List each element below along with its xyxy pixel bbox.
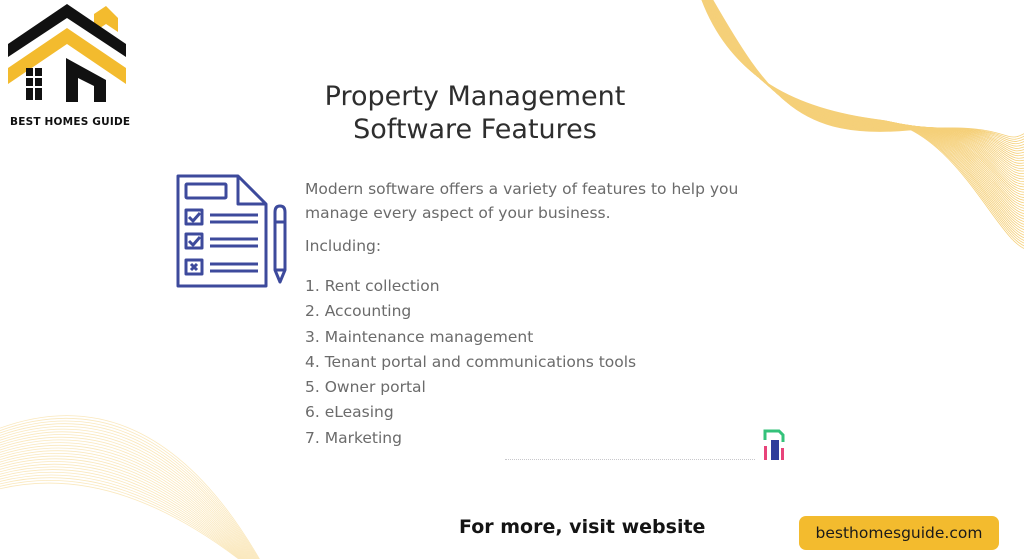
cta-text: For more, visit website [459, 516, 706, 538]
house-logo-icon [8, 4, 126, 102]
title-line-2: Software Features [353, 114, 597, 145]
wave-line [711, 0, 1024, 142]
wave-line [707, 0, 1024, 185]
wave-line [0, 436, 254, 559]
wave-line [706, 0, 1024, 193]
wave-line [0, 426, 257, 559]
wave-line [0, 428, 256, 559]
wave-line [703, 0, 1024, 233]
wave-line [0, 420, 259, 559]
feature-item: 7. Marketing [305, 428, 402, 447]
wave-line [707, 0, 1024, 190]
wave-line [703, 0, 1024, 225]
wave-line [710, 0, 1024, 157]
wave-line [708, 0, 1024, 180]
wave-line [705, 0, 1024, 212]
wave-line [0, 474, 242, 559]
including-label: Including: [305, 237, 382, 255]
checklist-document-icon [176, 174, 287, 288]
title-line-1: Property Management [324, 81, 626, 112]
pencil-icon [273, 204, 287, 284]
wave-line [0, 418, 260, 559]
wave-line [704, 0, 1024, 223]
feature-list: 1. Rent collection 2. Accounting 3. Main… [305, 274, 636, 451]
wave-line [708, 0, 1024, 174]
wave-line [0, 463, 246, 559]
wave-line [705, 0, 1024, 207]
wave-line [707, 0, 1024, 188]
wave-line [710, 0, 1024, 152]
wave-line [0, 479, 241, 559]
wave-line [711, 0, 1024, 145]
intro-text: Modern software offers a variety of feat… [305, 180, 739, 222]
wave-line [704, 0, 1024, 220]
wave-line [702, 0, 1024, 241]
wave-line [706, 0, 1024, 196]
wave-line [705, 0, 1024, 204]
wave-line [0, 458, 247, 559]
brand-mark-icon [763, 429, 785, 460]
wave-line [702, 0, 1024, 239]
wave-line [702, 0, 1024, 236]
wave-line [0, 453, 249, 559]
wave-line [703, 0, 1024, 228]
wave-line [701, 0, 1024, 249]
wave-line [711, 0, 1024, 147]
wave-line [712, 0, 1024, 138]
faint-caption-line [505, 459, 755, 461]
wave-line [709, 0, 1024, 169]
feature-item: 2. Accounting [305, 302, 412, 321]
wave-line [0, 471, 243, 559]
feature-item: 4. Tenant portal and communications tool… [305, 352, 637, 371]
feature-item: 1. Rent collection [305, 277, 440, 295]
wave-line [0, 431, 255, 559]
wave-line [0, 477, 242, 559]
wave-line [704, 0, 1024, 217]
wave-line [709, 0, 1024, 162]
wave-line [711, 0, 1024, 149]
wave-line [709, 0, 1024, 167]
wave-line [706, 0, 1024, 201]
wave-line [707, 0, 1024, 182]
feature-item: 6. eLeasing [305, 403, 394, 422]
wave-line [709, 0, 1024, 164]
wave-line [0, 415, 260, 559]
wave-line [703, 0, 1024, 231]
wave-line [0, 469, 244, 559]
wave-line [0, 482, 240, 559]
wave-line [708, 0, 1024, 177]
wave-line [0, 442, 252, 559]
wave-line [0, 439, 253, 559]
wave-line [0, 455, 248, 559]
wave-line [0, 423, 258, 559]
wave-line [710, 0, 1024, 154]
wave-line [0, 466, 245, 559]
wave-line [708, 0, 1024, 172]
wave-line [0, 450, 250, 559]
logo-text: BEST HOMES GUIDE [10, 116, 131, 128]
page-title: Property Management Software Features [300, 80, 650, 146]
wave-line [704, 0, 1024, 215]
brand-logo[interactable]: BEST HOMES GUIDE [6, 2, 131, 132]
wave-line [706, 0, 1024, 198]
feature-item: 3. Maintenance management [305, 327, 534, 346]
wave-line [0, 434, 255, 559]
wave-line [705, 0, 1024, 209]
wave-line [702, 0, 1024, 244]
feature-item: 5. Owner portal [305, 378, 426, 397]
wave-line [0, 444, 251, 559]
wave-line [0, 447, 251, 559]
wave-line [0, 461, 246, 559]
wave-line [712, 0, 1024, 140]
website-button[interactable]: besthomesguide.com [799, 516, 999, 550]
wave-line [710, 0, 1024, 159]
wave-line [701, 0, 1024, 247]
